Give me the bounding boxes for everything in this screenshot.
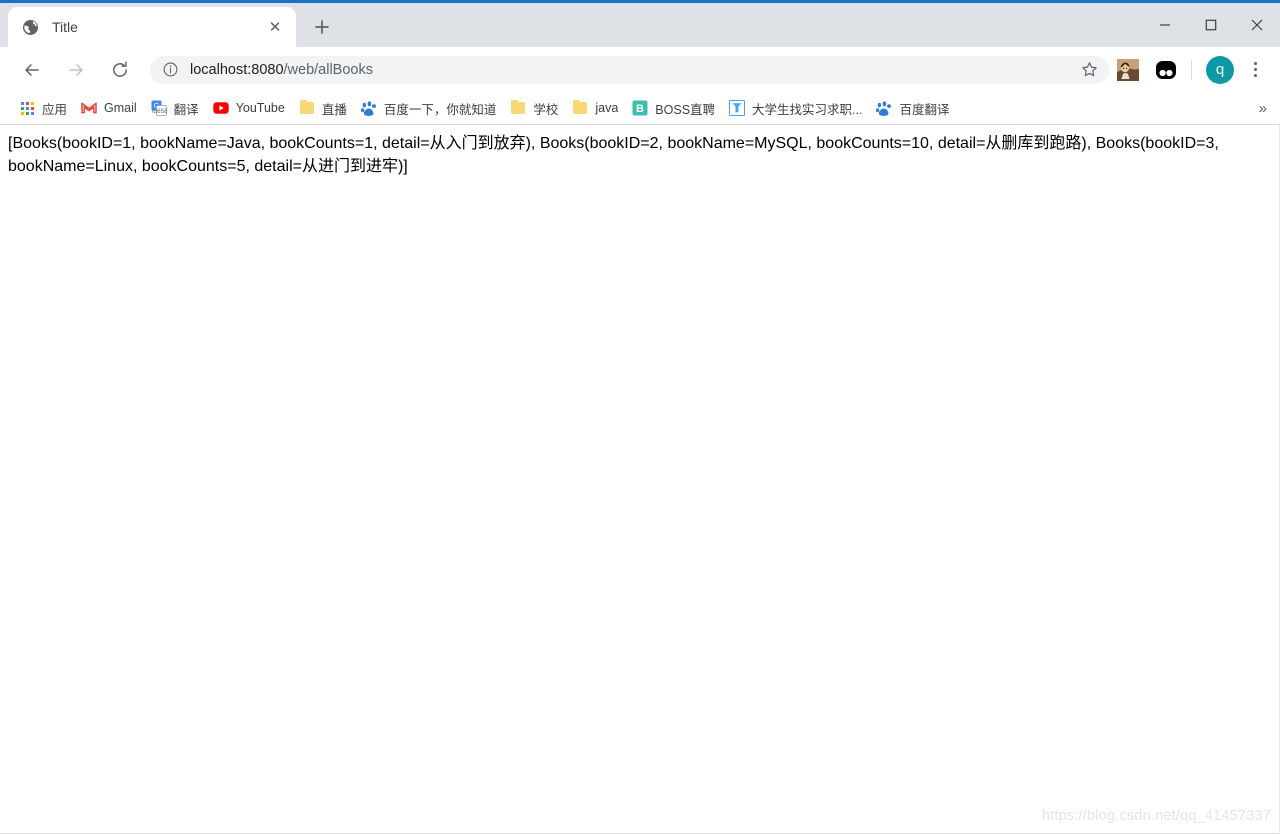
watermark-text: https://blog.csdn.net/qq_41457337 <box>1041 808 1271 824</box>
profile-avatar[interactable]: q <box>1206 55 1234 84</box>
google-translate-icon: G \u6587 <box>151 100 167 116</box>
browser-window: Title ✕ localhost:8080/web/allBooks q 应用… <box>0 0 1280 834</box>
bookmark-label: Gmail <box>104 101 137 115</box>
arrow-left-icon <box>25 63 39 76</box>
gmail-icon <box>81 100 97 116</box>
bookmark-label: 百度一下，你就知道 <box>383 102 497 117</box>
folder-icon <box>572 100 588 116</box>
youtube-icon <box>212 100 229 116</box>
url-text[interactable]: localhost:8080/web/allBooks <box>190 62 1077 78</box>
bookmark-label: java <box>595 101 619 115</box>
menu-dot <box>1253 68 1257 71</box>
baidu-icon <box>360 100 377 116</box>
bookmark-label: 大学生找实习求职... <box>752 102 863 117</box>
close-tab-icon[interactable]: ✕ <box>264 16 286 38</box>
bookmark-label: BOSS直聘 <box>655 102 716 117</box>
bookmark-folder-java[interactable]: java <box>565 96 625 120</box>
plus-icon <box>315 20 329 34</box>
forward-button[interactable] <box>61 55 91 85</box>
bookmark-folder-xuexiao[interactable]: 学校 <box>503 96 565 120</box>
bookmark-star-icon[interactable] <box>1077 58 1101 82</box>
close-icon <box>1251 19 1263 31</box>
close-window-button[interactable] <box>1234 3 1280 47</box>
back-button[interactable] <box>17 55 47 85</box>
baidu-fanyi-icon <box>876 100 892 116</box>
svg-text:\u6587: \u6587 <box>151 108 166 115</box>
bookmark-label: 学校 <box>533 102 559 117</box>
bookmark-youtube[interactable]: YouTube <box>206 96 292 120</box>
minimize-button[interactable] <box>1142 3 1188 47</box>
globe-icon <box>22 19 39 36</box>
bookmark-label: YouTube <box>235 101 285 115</box>
page-viewport: [Books(bookID=1, bookName=Java, bookCoun… <box>0 125 1280 834</box>
bookmark-label: 百度翻译 <box>899 102 950 117</box>
bookmark-label: 翻译 <box>173 102 199 117</box>
bookmark-boss-zhipin[interactable]: B BOSS直聘 <box>625 96 722 120</box>
bookmark-translate[interactable]: G \u6587 翻译 <box>144 96 206 120</box>
new-tab-button[interactable] <box>307 12 337 42</box>
maximize-button[interactable] <box>1188 3 1234 47</box>
info-circle-icon[interactable] <box>162 62 178 78</box>
tab-strip: Title ✕ <box>0 0 1280 47</box>
bookmark-gmail[interactable]: Gmail <box>74 96 144 120</box>
boss-zhipin-icon: B <box>632 100 648 116</box>
minimize-icon <box>1160 24 1170 26</box>
folder-icon <box>299 100 315 116</box>
url-host: localhost:8080 <box>190 61 284 78</box>
bookmark-label: 直播 <box>321 102 347 117</box>
maximize-icon <box>1205 19 1217 31</box>
browser-tab[interactable]: Title ✕ <box>8 7 296 47</box>
anime-avatar-extension-icon[interactable] <box>1116 58 1140 82</box>
svg-text:B: B <box>636 103 644 115</box>
bookmarks-bar: 应用 Gmail G \u6587 翻译 <box>0 92 1280 125</box>
reload-button[interactable] <box>105 55 135 85</box>
arrow-right-icon <box>69 63 83 76</box>
folder-icon <box>510 100 526 116</box>
chrome-menu-button[interactable] <box>1242 56 1268 84</box>
browser-toolbar: localhost:8080/web/allBooks q <box>0 47 1280 92</box>
dark-panda-extension-icon[interactable] <box>1154 58 1178 82</box>
bookmark-shixiseng[interactable]: 大学生找实习求职... <box>722 96 869 120</box>
books-list-text: [Books(bookID=1, bookName=Java, bookCoun… <box>8 135 1219 175</box>
bookmark-label: 应用 <box>42 102 68 117</box>
bookmarks-overflow-button[interactable]: » <box>1254 100 1272 117</box>
menu-dot <box>1253 74 1257 77</box>
bookmark-apps[interactable]: 应用 <box>12 96 74 120</box>
apps-grid-icon <box>19 100 35 116</box>
url-path: /web/allBooks <box>283 61 373 78</box>
reload-icon <box>113 61 127 77</box>
bookmark-folder-zhibo[interactable]: 直播 <box>292 96 354 120</box>
bookmark-baidu-fanyi[interactable]: 百度翻译 <box>869 96 956 120</box>
menu-dot <box>1253 62 1257 65</box>
window-controls <box>1142 3 1280 47</box>
page-body: [Books(bookID=1, bookName=Java, bookCoun… <box>0 125 1279 178</box>
bookmark-baidu[interactable]: 百度一下，你就知道 <box>354 96 504 120</box>
address-bar[interactable]: localhost:8080/web/allBooks <box>150 55 1109 84</box>
toolbar-divider <box>1191 59 1192 80</box>
shixiseng-icon <box>729 100 746 116</box>
tab-title: Title <box>52 19 78 35</box>
